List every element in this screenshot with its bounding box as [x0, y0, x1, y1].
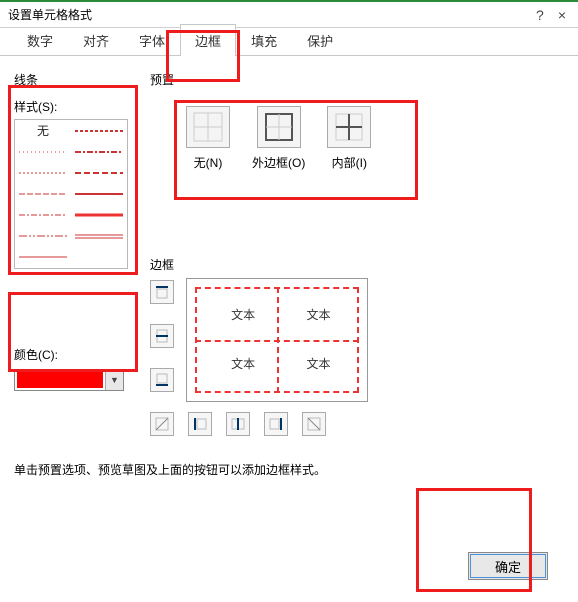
color-dropdown[interactable]: ▼ [14, 369, 124, 391]
style-option[interactable] [71, 183, 127, 204]
style-option[interactable] [15, 205, 71, 226]
border-preview[interactable]: 文本 文本 文本 文本 [186, 278, 368, 402]
preview-text: 文本 [231, 355, 255, 372]
line-style-list[interactable]: 无 [14, 119, 128, 269]
preview-text: 文本 [307, 355, 331, 372]
preset-none-button[interactable] [186, 106, 230, 148]
style-none[interactable]: 无 [37, 122, 49, 139]
color-label: 颜色(C): [14, 346, 134, 363]
lines-group-label: 线条 [14, 71, 134, 88]
preview-text: 文本 [307, 306, 331, 323]
border-diag-up-button[interactable] [150, 412, 174, 436]
style-option[interactable] [15, 183, 71, 204]
tab-number[interactable]: 数字 [12, 24, 68, 56]
window-title: 设置单元格格式 [8, 6, 92, 23]
style-option[interactable] [15, 247, 71, 268]
border-middle-h-button[interactable] [150, 324, 174, 348]
color-group: 颜色(C): ▼ [14, 346, 134, 391]
tab-font[interactable]: 字体 [124, 24, 180, 56]
style-option[interactable] [71, 141, 127, 162]
style-option[interactable] [15, 162, 71, 183]
lines-group: 线条 样式(S): 无 [14, 71, 134, 271]
style-option[interactable] [15, 141, 71, 162]
close-button[interactable]: × [558, 7, 566, 23]
hint-text: 单击预置选项、预览草图及上面的按钮可以添加边框样式。 [14, 461, 326, 478]
preset-inside-label: 内部(I) [332, 154, 367, 171]
window-controls: ? × [536, 2, 576, 27]
tab-strip: 数字 对齐 字体 边框 填充 保护 [0, 28, 578, 56]
tab-border[interactable]: 边框 [180, 24, 236, 56]
tab-content: 线条 样式(S): 无 颜色(C): [0, 56, 578, 76]
chevron-down-icon: ▼ [105, 370, 123, 390]
border-group: 边框 文本 文本 文本 文本 [150, 256, 550, 277]
border-bottom-button[interactable] [150, 368, 174, 392]
color-swatch [17, 372, 103, 388]
preset-none-label: 无(N) [194, 154, 223, 171]
ok-button[interactable]: 确定 [468, 552, 548, 580]
preset-inside-button[interactable] [327, 106, 371, 148]
preset-outline-button[interactable] [257, 106, 301, 148]
preset-group: 预置 无(N) [150, 71, 550, 171]
style-option[interactable] [71, 120, 127, 141]
style-option[interactable] [71, 226, 127, 247]
preset-group-label: 预置 [150, 71, 550, 88]
tab-protection[interactable]: 保护 [292, 24, 348, 56]
tab-alignment[interactable]: 对齐 [68, 24, 124, 56]
help-button[interactable]: ? [536, 7, 544, 23]
preset-outline-label: 外边框(O) [252, 154, 305, 171]
preview-text: 文本 [231, 306, 255, 323]
style-option[interactable] [71, 162, 127, 183]
border-diag-down-button[interactable] [302, 412, 326, 436]
tab-fill[interactable]: 填充 [236, 24, 292, 56]
preset-none-icon [193, 112, 223, 142]
border-right-button[interactable] [264, 412, 288, 436]
style-label: 样式(S): [14, 98, 134, 115]
border-left-button[interactable] [188, 412, 212, 436]
preset-outline-icon [264, 112, 294, 142]
border-top-button[interactable] [150, 280, 174, 304]
style-option[interactable] [15, 226, 71, 247]
border-group-label: 边框 [150, 256, 550, 273]
style-option[interactable] [71, 205, 127, 226]
style-option[interactable] [71, 247, 127, 268]
border-middle-v-button[interactable] [226, 412, 250, 436]
preset-inside-icon [334, 112, 364, 142]
